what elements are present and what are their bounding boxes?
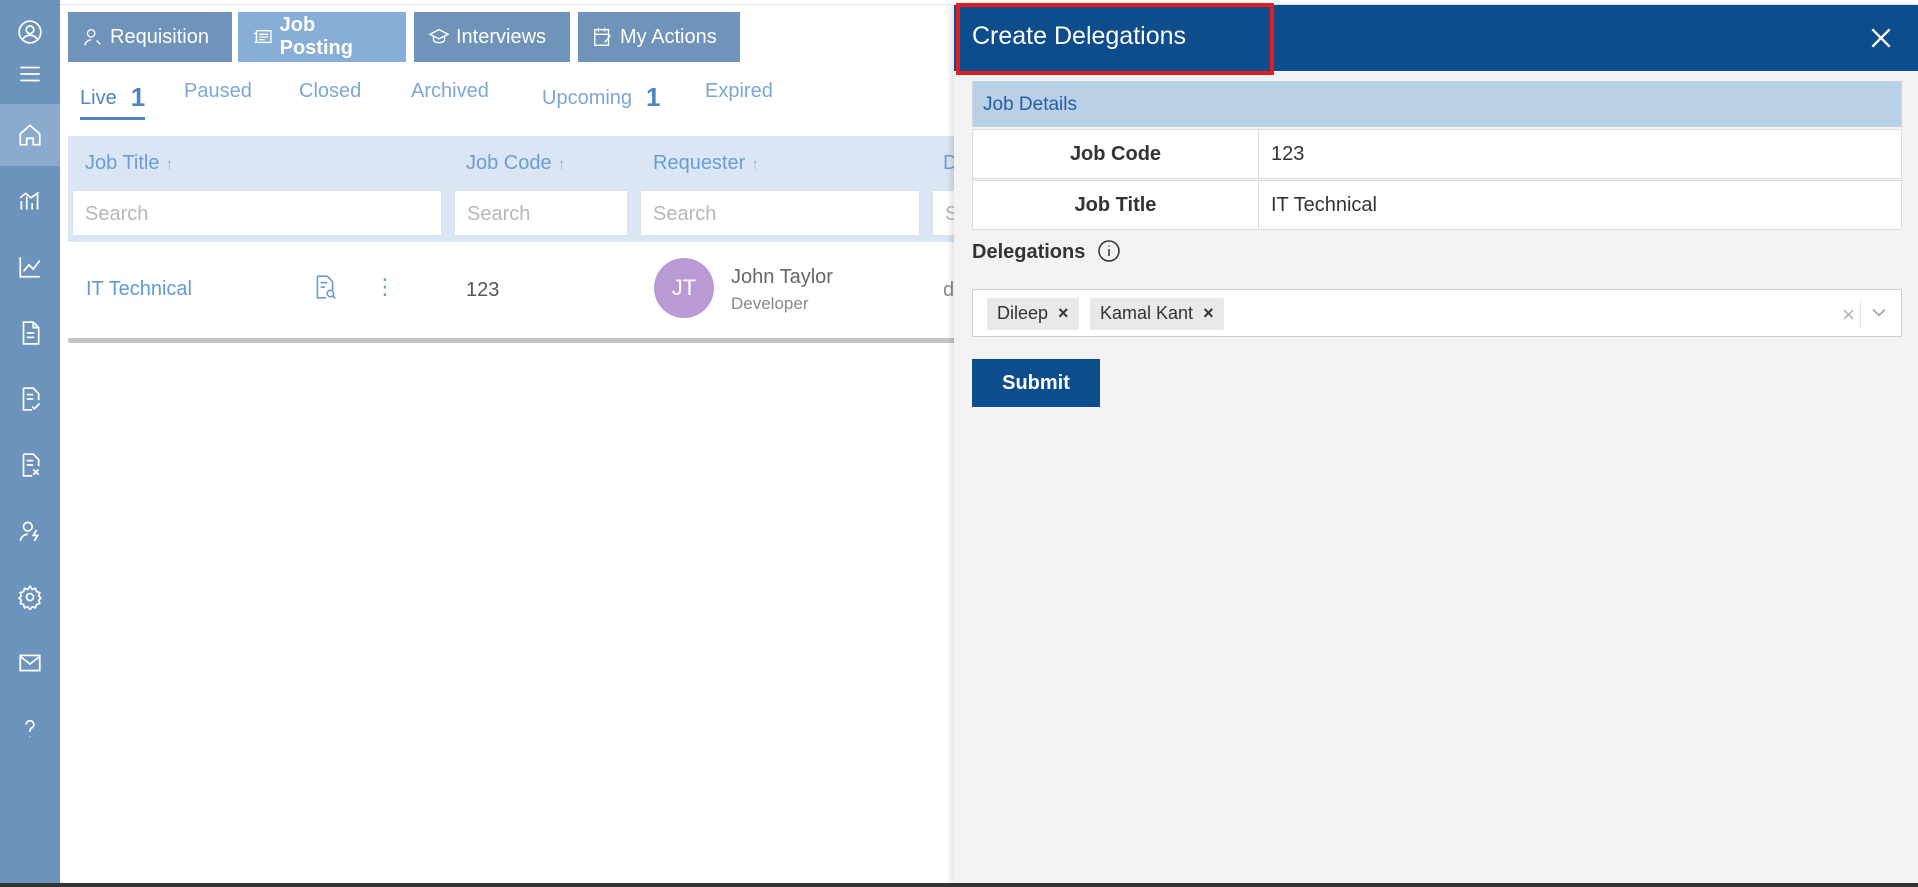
job-title-row: Job Title IT Technical: [972, 180, 1902, 230]
chip-label: Kamal Kant: [1100, 303, 1194, 323]
create-delegations-panel: Create Delegations Job Details Job Code …: [954, 3, 1918, 883]
subtab-label: Upcoming: [542, 87, 633, 109]
tab-label: Requisition: [110, 25, 209, 48]
divider: [1860, 300, 1861, 328]
tab-requisition[interactable]: Requisition: [68, 12, 232, 62]
job-code-search-input[interactable]: Search: [454, 190, 628, 236]
help-icon[interactable]: [14, 713, 46, 745]
subtab-expired[interactable]: Expired: [705, 80, 773, 103]
requester-search-input[interactable]: Search: [640, 190, 920, 236]
subtab-label: Archived: [411, 80, 489, 102]
sort-arrow-icon: ↑: [557, 156, 566, 173]
subtab-upcoming[interactable]: Upcoming 1: [542, 80, 661, 112]
requester-name: John Taylor: [731, 266, 833, 288]
document-check-icon[interactable]: [14, 383, 46, 415]
subtab-count: 1: [646, 82, 661, 112]
submit-button[interactable]: Submit: [972, 359, 1100, 407]
delegations-label: Delegations: [972, 241, 1086, 263]
job-code-label: Job Code: [973, 130, 1259, 178]
column-label: Requester: [653, 152, 746, 174]
tab-interviews[interactable]: Interviews: [414, 12, 570, 62]
partial-cell: d: [943, 279, 955, 301]
table-row: IT Technical ⋮ 123 JT John Taylor Develo…: [68, 244, 958, 336]
mail-icon[interactable]: [14, 647, 46, 679]
chip-label: Dileep: [997, 303, 1049, 323]
subtab-label: Paused: [184, 80, 252, 102]
column-header-job-title[interactable]: Job Title ↑: [85, 152, 173, 175]
document-cancel-icon[interactable]: [14, 449, 46, 481]
avatar: JT: [654, 258, 714, 318]
job-title-search-input[interactable]: Search: [72, 190, 442, 236]
job-code-row: Job Code 123: [972, 129, 1902, 179]
job-details-heading: Job Details: [972, 81, 1902, 127]
horizontal-scrollbar[interactable]: [68, 338, 958, 343]
newspaper-icon: [253, 30, 272, 44]
title-highlight-box: [956, 3, 1274, 75]
tab-job-posting[interactable]: Job Posting: [238, 12, 406, 62]
subtab-count: 1: [130, 82, 146, 112]
bar-chart-icon[interactable]: [14, 185, 46, 217]
subtab-closed[interactable]: Closed: [299, 80, 361, 103]
tab-label: Job Posting: [279, 14, 353, 59]
subtab-paused[interactable]: Paused: [184, 80, 252, 103]
column-label: Job Title: [85, 152, 160, 174]
tab-label: My Actions: [620, 25, 717, 48]
chevron-down-icon[interactable]: [1869, 302, 1891, 324]
clear-all-icon[interactable]: ×: [1842, 302, 1855, 328]
tab-my-actions[interactable]: My Actions: [578, 12, 740, 62]
graduation-cap-icon: [428, 28, 450, 44]
column-header-job-code[interactable]: Job Code ↑: [466, 152, 565, 175]
subtab-label: Closed: [299, 80, 362, 102]
home-icon[interactable]: [14, 119, 46, 151]
close-icon[interactable]: [1868, 25, 1894, 51]
document-icon[interactable]: [14, 317, 46, 349]
sort-arrow-icon: ↑: [165, 156, 173, 173]
tab-label: Interviews: [456, 25, 547, 48]
job-code-value: 123: [466, 279, 500, 301]
sort-arrow-icon: ↑: [751, 156, 759, 173]
hamburger-menu-icon[interactable]: [14, 58, 46, 90]
job-title-link[interactable]: IT Technical: [86, 278, 192, 301]
requester-role: Developer: [731, 294, 809, 313]
subtab-archived[interactable]: Archived: [411, 80, 489, 103]
user-avatar-icon[interactable]: [14, 16, 46, 48]
edit-calendar-icon: [594, 27, 611, 46]
sidebar: [0, 0, 60, 883]
job-title-value: IT Technical: [1271, 194, 1377, 216]
more-options-icon[interactable]: ⋮: [374, 274, 396, 300]
delegation-chip: Kamal Kant ×: [1090, 298, 1224, 330]
delegations-multiselect[interactable]: Dileep × Kamal Kant × ×: [972, 289, 1902, 337]
line-chart-icon[interactable]: [14, 251, 46, 283]
column-label: Job Code: [466, 152, 552, 174]
table-header: Job Title ↑ Job Code ↑ Requester ↑ D Search…: [68, 136, 958, 242]
app-root: Requisition Job Posting Interviews My Ac…: [0, 0, 1918, 887]
subtab-live[interactable]: Live 1: [80, 80, 146, 120]
delegation-chip: Dileep ×: [987, 298, 1079, 330]
chip-remove-icon[interactable]: ×: [1203, 303, 1214, 323]
job-code-value: 123: [1271, 143, 1305, 165]
column-header-requester[interactable]: Requester ↑: [653, 152, 759, 175]
document-search-icon[interactable]: [312, 274, 338, 302]
bottom-border: [0, 883, 1918, 887]
info-icon[interactable]: [1097, 239, 1123, 265]
user-bolt-icon[interactable]: [14, 515, 46, 547]
user-search-icon: [84, 28, 101, 46]
subtab-label: Expired: [705, 80, 773, 102]
panel-header: Create Delegations: [954, 3, 1918, 75]
subtab-label: Live: [80, 87, 117, 109]
gear-icon[interactable]: [14, 581, 46, 613]
job-title-label: Job Title: [973, 181, 1259, 229]
chip-remove-icon[interactable]: ×: [1058, 303, 1069, 323]
